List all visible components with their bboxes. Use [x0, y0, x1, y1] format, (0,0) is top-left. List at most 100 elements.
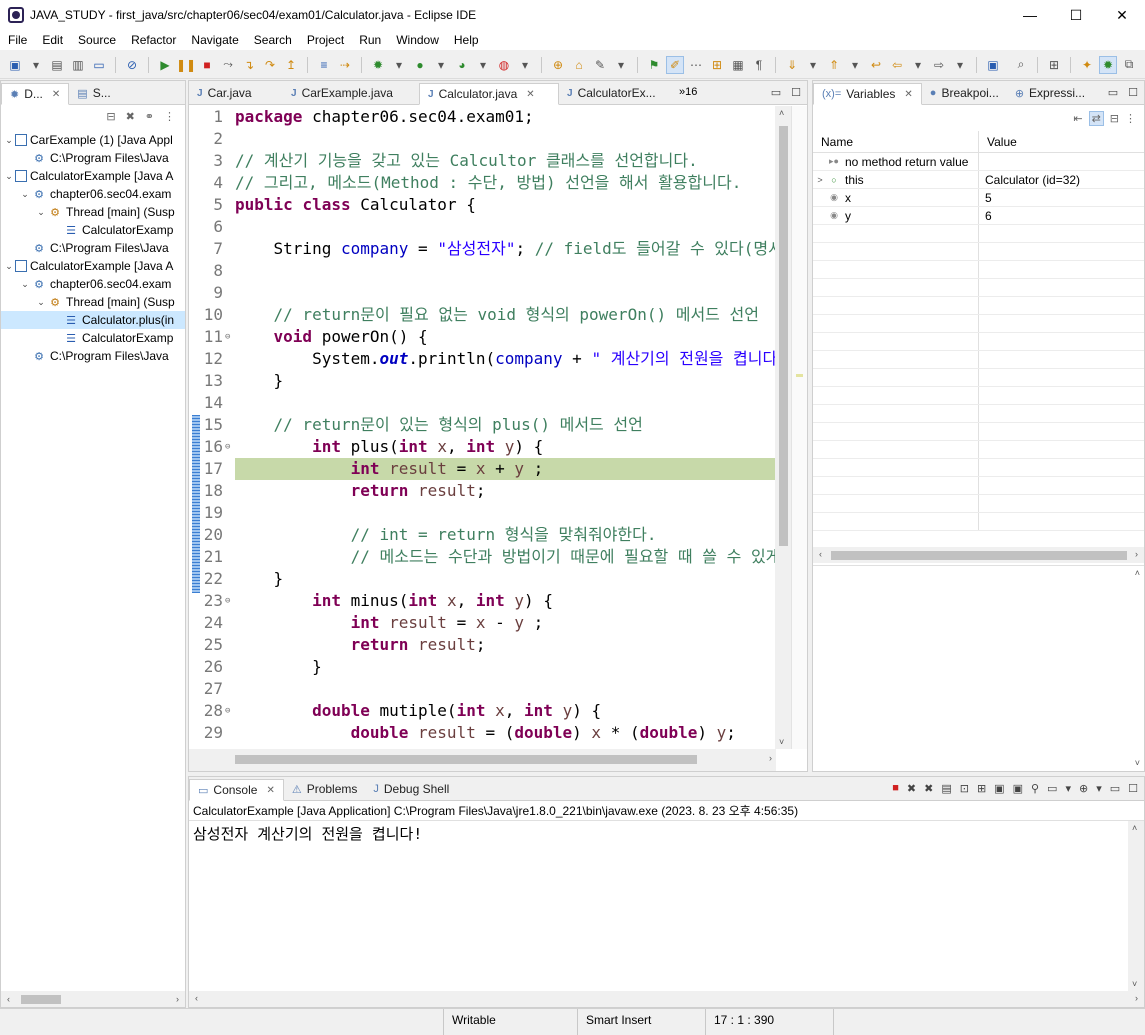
forward-icon[interactable]: ⇨ — [930, 56, 948, 74]
variable-row[interactable]: > ○ this Calculator (id=32) — [813, 171, 1144, 189]
close-button[interactable]: ✕ — [1099, 0, 1145, 30]
code-line[interactable]: 6 — [189, 216, 776, 238]
fold-toggle-icon[interactable]: ⊖ — [225, 700, 235, 722]
remove-terminated-icon[interactable]: ✖ — [126, 110, 135, 123]
horizontal-scrollbar[interactable]: ‹ › — [189, 991, 1144, 1007]
fold-toggle-icon[interactable]: ⊖ — [225, 326, 235, 348]
disconnect-icon[interactable]: ⤳ — [219, 56, 237, 74]
breadcrumb-icon[interactable]: ⋯ — [687, 56, 705, 74]
console-tab[interactable]: ⚠ Problems — [284, 778, 366, 800]
tree-item[interactable]: ☰ CalculatorExamp — [1, 329, 185, 347]
next-annotation-down-icon[interactable]: ⇓ — [783, 56, 801, 74]
code-line[interactable]: 2 — [189, 128, 776, 150]
variable-row[interactable]: ◉ y 6 — [813, 207, 1144, 225]
expand-toggle-icon[interactable]: ⌄ — [3, 171, 15, 182]
editor-tab[interactable]: J CalculatorEx... — [559, 82, 669, 104]
menu-window[interactable]: Window — [388, 33, 446, 47]
open-console-icon[interactable]: ⊕ — [1079, 782, 1088, 795]
suspend-icon[interactable]: ❚❚ — [176, 56, 196, 74]
menu-project[interactable]: Project — [299, 33, 351, 47]
variables-tab[interactable]: ⊕ Expressi... — [1007, 82, 1093, 104]
show-whitespace-icon[interactable]: ¶ — [750, 56, 768, 74]
minimize-view-icon[interactable]: ▭ — [1108, 86, 1118, 99]
collapse-all-icon[interactable]: ⊟ — [1110, 112, 1119, 125]
code-line[interactable]: 24 int result = x - y ; — [189, 612, 776, 634]
word-wrap-icon[interactable]: ▦ — [729, 56, 747, 74]
menu-refactor[interactable]: Refactor — [123, 33, 183, 47]
run-icon[interactable]: ● — [411, 56, 429, 74]
collapse-all-icon[interactable]: ⊟ — [106, 110, 115, 123]
tree-item[interactable]: ☰ Calculator.plus(in — [1, 311, 185, 329]
vertical-scrollbar[interactable]: ˄ ˅ — [775, 106, 791, 749]
vertical-scrollbar[interactable]: ˄ ˅ — [1128, 821, 1144, 991]
pin-console-icon[interactable]: ⚲ — [1031, 782, 1039, 795]
variable-row[interactable]: ◉ x 5 — [813, 189, 1144, 207]
console-tab[interactable]: J Debug Shell — [365, 778, 457, 800]
console-tab[interactable]: ▭ Console ✕ — [189, 779, 284, 801]
tree-item[interactable]: ⌄ ⚙ Thread [main] (Susp — [1, 293, 185, 311]
git-perspective-icon[interactable]: ⧉ — [1120, 56, 1138, 74]
scroll-lock-icon[interactable]: ⊡ — [960, 782, 969, 795]
show-on-stderr-icon[interactable]: ▣ — [1013, 782, 1023, 795]
terminate-icon[interactable]: ■ — [892, 782, 899, 795]
fold-toggle-icon[interactable]: ⊖ — [225, 436, 235, 458]
expand-toggle-icon[interactable]: ⌄ — [35, 207, 47, 218]
dropdown-icon[interactable]: ▾ — [951, 56, 969, 74]
code-line[interactable]: 3 // 계산기 기능을 갖고 있는 Calcultor 클래스를 선언합니다. — [189, 150, 776, 172]
link-icon[interactable]: ⚭ — [145, 110, 154, 123]
editor-tab[interactable]: J CarExample.java — [283, 82, 419, 104]
code-line[interactable]: 13 } — [189, 370, 776, 392]
editor-tab-overflow[interactable]: »16 — [679, 86, 697, 98]
drop-to-frame-icon[interactable]: ≡ — [315, 56, 333, 74]
tree-item[interactable]: ⌄ CalculatorExample [Java A — [1, 257, 185, 275]
code-line[interactable]: 27 — [189, 678, 776, 700]
code-line[interactable]: 29 double result = (double) x * (double)… — [189, 722, 776, 744]
column-name[interactable]: Name — [813, 131, 979, 152]
new-package-icon[interactable]: ⊕ — [549, 56, 567, 74]
horizontal-scrollbar[interactable]: › — [189, 749, 776, 771]
code-line[interactable]: 7 String company = "삼성전자"; // field도 들어갈… — [189, 238, 776, 260]
menu-navigate[interactable]: Navigate — [183, 33, 245, 47]
minimize-view-icon[interactable]: ▭ — [771, 86, 781, 99]
back-icon[interactable]: ⇦ — [888, 56, 906, 74]
maximize-view-icon[interactable]: ☐ — [791, 86, 801, 99]
status-insert-mode[interactable]: Smart Insert — [577, 1009, 705, 1035]
open-perspective-icon[interactable]: ⊞ — [1045, 56, 1063, 74]
dropdown-icon[interactable]: ▾ — [27, 56, 45, 74]
code-area[interactable]: 1 package chapter06.sec04.exam01; 2 3// 계산기… — [189, 106, 776, 750]
expand-toggle-icon[interactable]: ⌄ — [19, 279, 31, 290]
previous-annotation-icon[interactable]: ⇑ — [825, 56, 843, 74]
remove-all-terminated-icon[interactable]: ✖ — [924, 782, 933, 795]
close-icon[interactable]: ✕ — [266, 785, 274, 796]
close-icon[interactable]: ✕ — [526, 89, 534, 100]
expand-toggle-icon[interactable]: ⌄ — [3, 135, 15, 146]
dropdown-icon[interactable]: ▾ — [390, 56, 408, 74]
expand-toggle-icon[interactable]: ⌄ — [19, 189, 31, 200]
code-line[interactable]: 26 } — [189, 656, 776, 678]
code-line[interactable]: 12 System.out.println(company + " 계산기의 전… — [189, 348, 776, 370]
tree-item[interactable]: ⚙ C:\Program Files\Java — [1, 347, 185, 365]
next-annotation-icon[interactable]: ⚑ — [645, 56, 663, 74]
fold-toggle-icon[interactable]: ⊖ — [225, 590, 235, 612]
minimize-view-icon[interactable]: ▭ — [1110, 782, 1120, 795]
tree-item[interactable]: ⚙ C:\Program Files\Java — [1, 149, 185, 167]
show-on-stdout-icon[interactable]: ▣ — [994, 782, 1004, 795]
code-line[interactable]: 28 ⊖ double mutiple(int x, int y) { — [189, 700, 776, 722]
menu-search[interactable]: Search — [246, 33, 299, 47]
expand-toggle-icon[interactable]: ⌄ — [3, 261, 15, 272]
code-line[interactable]: 9 — [189, 282, 776, 304]
status-cursor-position[interactable]: 17 : 1 : 390 — [705, 1009, 833, 1035]
dropdown-icon[interactable]: ▾ — [516, 56, 534, 74]
dropdown-icon[interactable]: ▾ — [804, 56, 822, 74]
code-line[interactable]: 18 return result; — [189, 480, 776, 502]
resume-icon[interactable]: ▶ — [156, 56, 174, 74]
dropdown-icon[interactable]: ▾ — [1065, 782, 1071, 795]
dropdown-icon[interactable]: ▾ — [612, 56, 630, 74]
skip-breakpoints-icon[interactable]: ⊘ — [123, 56, 141, 74]
java-perspective-icon[interactable]: ✦ — [1078, 56, 1096, 74]
block-selection-icon[interactable]: ⊞ — [708, 56, 726, 74]
menu-run[interactable]: Run — [351, 33, 388, 47]
variable-row[interactable]: ▸● no method return value — [813, 153, 1144, 171]
variables-tab[interactable]: ● Breakpoi... — [922, 82, 1007, 104]
detail-pane[interactable]: ˄ ˅ — [813, 565, 1144, 770]
